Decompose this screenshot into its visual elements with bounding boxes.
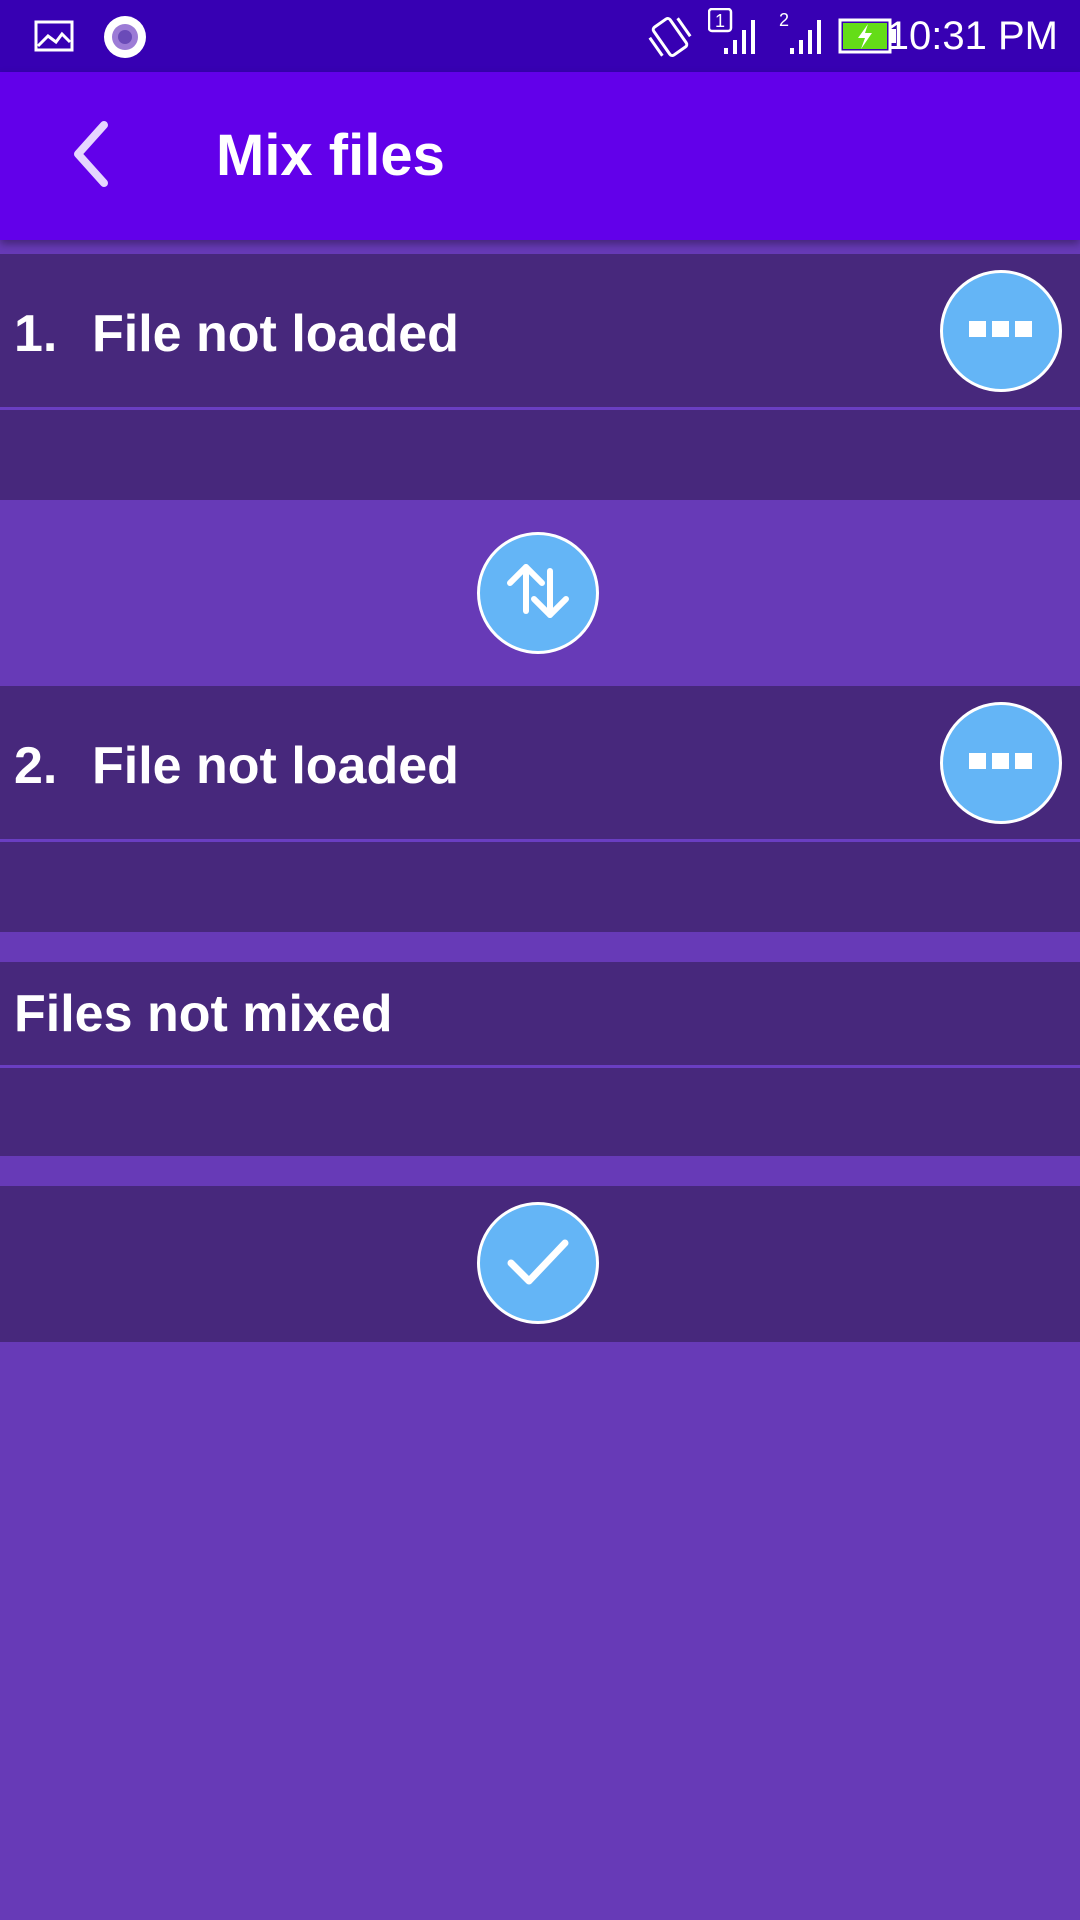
confirm-mix-button[interactable] [477, 1202, 599, 1324]
result-card: Files not mixed [0, 962, 1080, 1156]
more-options-icon [969, 319, 1033, 344]
file-card-2: 2. File not loaded [0, 686, 1080, 932]
app-bar: Mix files [0, 72, 1080, 240]
confirm-bar [0, 1186, 1080, 1342]
file-status-2: File not loaded [92, 737, 459, 795]
check-icon [503, 1233, 573, 1294]
sim2-signal-icon: 2 [776, 8, 826, 61]
file-row-2: 2. File not loaded [0, 686, 1080, 842]
result-row: Files not mixed [0, 962, 1080, 1068]
file-card-1: 1. File not loaded [0, 254, 1080, 500]
file-label-2: 2. File not loaded [14, 736, 459, 796]
file-number-1: 1. [14, 305, 58, 363]
page-title: Mix files [216, 123, 445, 188]
mix-status: Files not mixed [14, 985, 393, 1043]
status-time: 10:31 PM [886, 14, 1058, 58]
file-1-options-button[interactable] [940, 270, 1062, 392]
sim1-label: 1 [715, 11, 725, 31]
vibrate-icon [644, 12, 696, 67]
status-bar: 1 2 10:31 PM [0, 0, 1080, 72]
back-button[interactable] [52, 116, 132, 196]
swap-vertical-icon [502, 559, 574, 628]
file-2-options-button[interactable] [940, 702, 1062, 824]
file-label-1: 1. File not loaded [14, 304, 459, 364]
swap-files-button[interactable] [477, 532, 599, 654]
file-number-2: 2. [14, 737, 58, 795]
gallery-icon [34, 20, 74, 57]
file-status-1: File not loaded [92, 305, 459, 363]
file-row-1: 1. File not loaded [0, 254, 1080, 410]
sim2-label: 2 [779, 10, 789, 30]
sim1-signal-icon: 1 [707, 7, 760, 61]
record-icon [102, 14, 148, 65]
chevron-left-icon [68, 119, 116, 194]
more-options-icon [969, 751, 1033, 776]
